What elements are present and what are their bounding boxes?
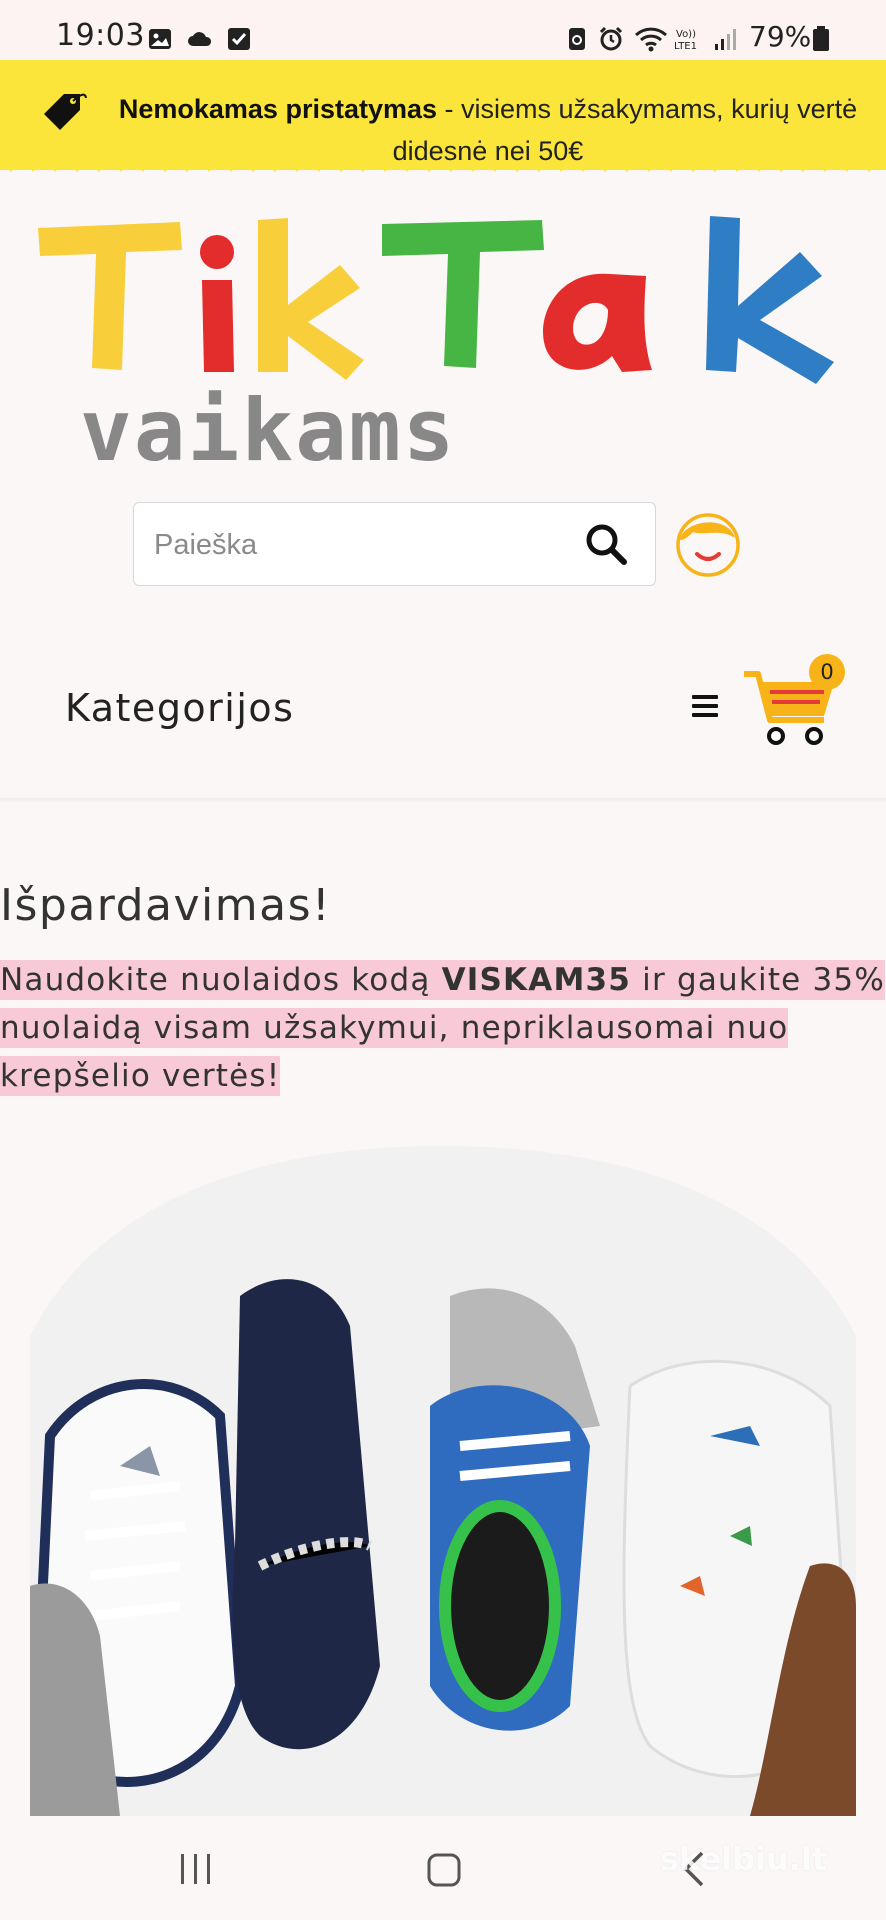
discount-code: VISKAM35 [441,962,632,998]
logo-letter-k2 [706,216,834,384]
sale-text-before: Naudokite nuolaidos kodą [0,962,442,998]
recycle-icon [569,28,585,50]
logo-letter-i [200,235,234,372]
categories-menu-label[interactable]: Kategorijos [65,686,294,730]
svg-text:Vo)): Vo)) [676,29,696,40]
price-tag-icon [44,93,87,130]
home-icon[interactable] [426,1852,462,1888]
image-icon [149,29,171,49]
sale-title: Išpardavimas! [0,880,332,931]
svg-text:LTE1: LTE1 [674,41,697,52]
battery-percent: 79% [749,20,812,53]
sale-text: Naudokite nuolaidos kodą VISKAM35 ir gau… [0,956,886,1100]
search-icon[interactable] [584,522,628,566]
promo-bold-text: Nemokamas pristatymas [118,94,438,124]
tiktak-logo[interactable]: vaikams [30,210,860,480]
recent-apps-icon[interactable] [178,1852,214,1886]
cart-count-badge: 0 [809,654,845,690]
logo-letter-t2 [382,220,544,368]
sale-banner-image[interactable] [30,1146,856,1816]
checkbox-icon [228,28,250,50]
battery-icon [813,26,829,51]
account-icon[interactable] [673,510,743,580]
logo-letter-t1 [38,222,182,370]
hamburger-menu-icon[interactable] [690,692,720,720]
status-time: 19:03 [56,18,145,53]
signal-icon [715,29,736,50]
search-box[interactable] [133,502,656,586]
promo-text: Nemokamas pristatymas - visiems užsakyma… [108,88,868,172]
promo-rest-text: - visiems užsakymams, kurių vertė didesn… [392,94,858,166]
volte-icon: Vo)) LTE1 [674,29,697,52]
nav-divider [0,798,886,802]
alarm-icon [599,26,623,51]
watermark: skelbiu.lt [660,1840,828,1878]
cloud-icon [188,32,212,46]
wifi-icon [634,27,668,52]
logo-letter-k1 [258,218,364,380]
logo-letter-a [543,273,652,372]
search-input[interactable] [152,521,556,569]
logo-subtitle: vaikams [80,381,456,480]
